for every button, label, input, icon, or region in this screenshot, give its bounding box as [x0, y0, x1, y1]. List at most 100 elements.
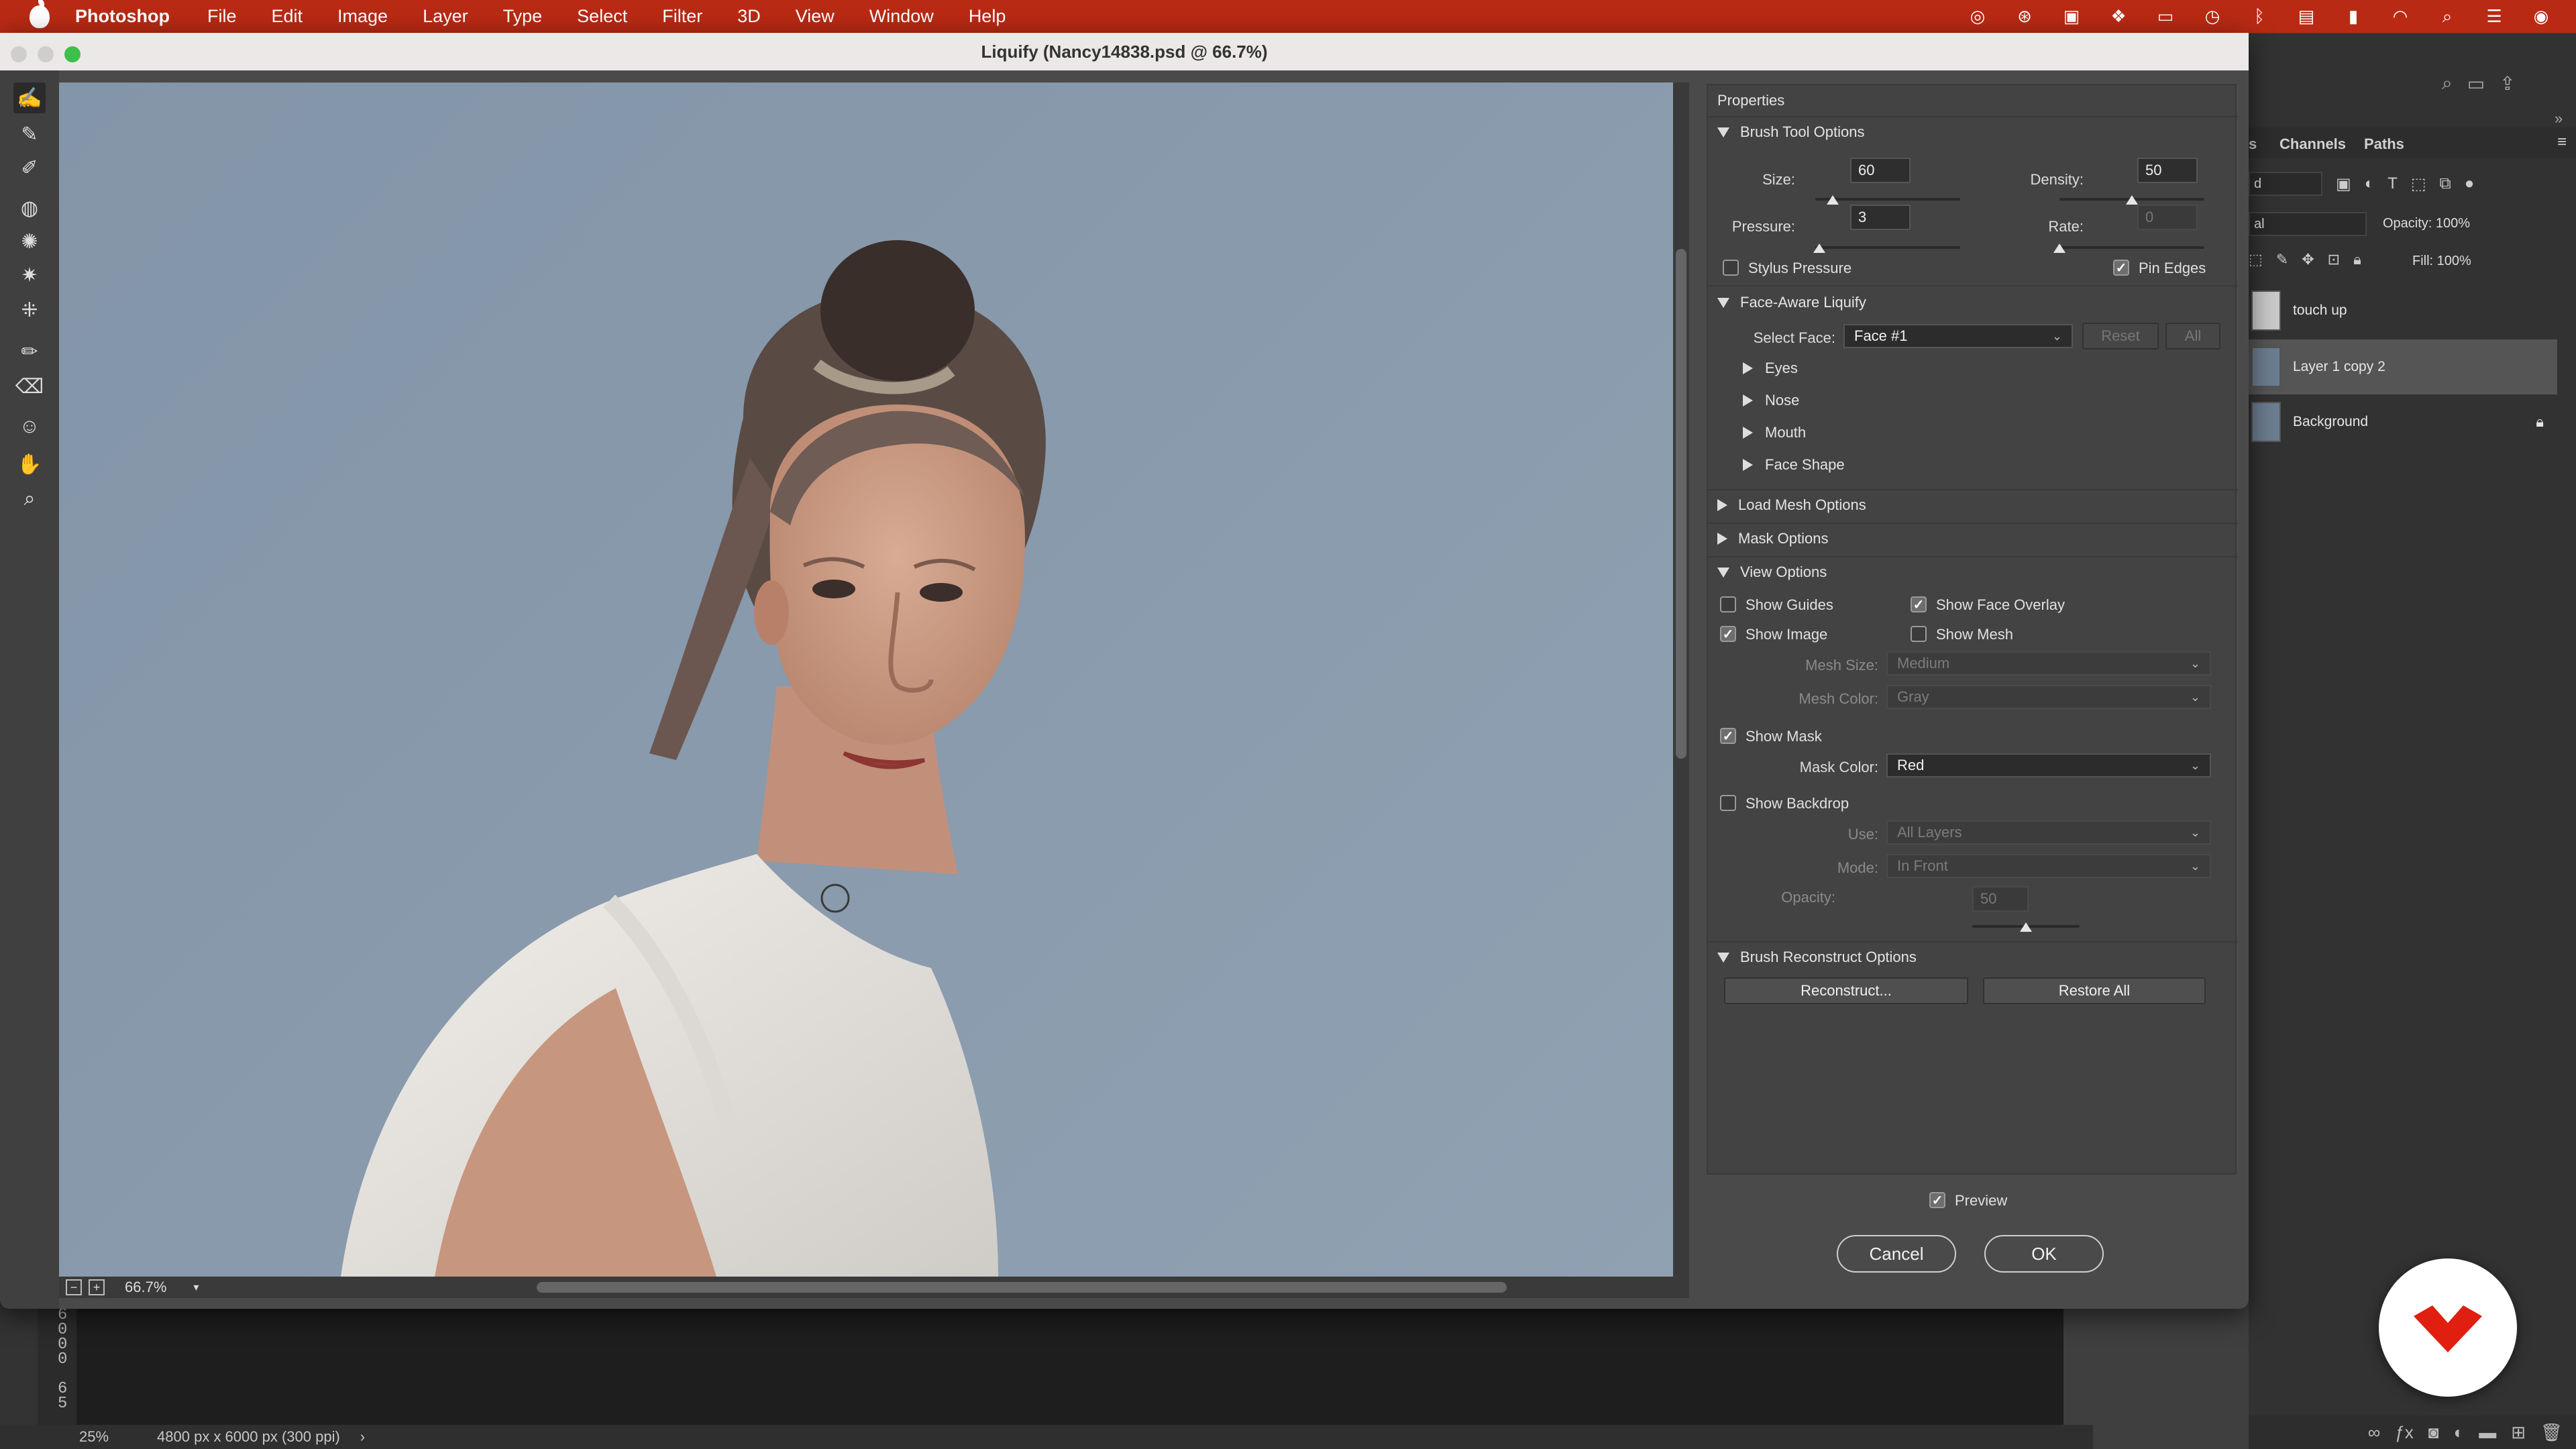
- menu-edit[interactable]: Edit: [272, 6, 303, 27]
- preview-checkbox[interactable]: ✓: [1929, 1192, 1945, 1208]
- face-tool-icon[interactable]: ☺: [13, 411, 46, 442]
- menu-filter[interactable]: Filter: [662, 6, 702, 27]
- section-face-aware-liquify[interactable]: Face-Aware Liquify: [1717, 289, 1866, 316]
- liquify-preview-canvas[interactable]: [59, 83, 1673, 1277]
- zoom-in-icon[interactable]: +: [89, 1279, 105, 1295]
- show-mesh-checkbox[interactable]: [1911, 626, 1927, 642]
- menu-3d[interactable]: 3D: [737, 6, 761, 27]
- backdrop-opacity-knob[interactable]: [2020, 922, 2032, 932]
- doc-zoom[interactable]: 25%: [79, 1428, 109, 1446]
- show-image-checkbox[interactable]: ✓: [1720, 626, 1736, 642]
- new-group-icon[interactable]: ▬: [2479, 1422, 2496, 1443]
- twirl-tool-icon[interactable]: ◍: [13, 193, 46, 223]
- pucker-tool-icon[interactable]: ✺: [13, 226, 46, 257]
- use-dropdown[interactable]: All Layers ⌄: [1886, 820, 2211, 845]
- density-slider-knob[interactable]: [2126, 195, 2138, 205]
- zoom-window-icon[interactable]: [64, 46, 80, 62]
- push-left-tool-icon[interactable]: ⁜: [13, 294, 46, 325]
- workspace-icon[interactable]: ▭: [2467, 72, 2485, 99]
- menu-view[interactable]: View: [796, 6, 835, 27]
- flag-icon[interactable]: ▤: [2294, 6, 2318, 27]
- lock-paint-icon[interactable]: ✎: [2276, 251, 2288, 268]
- menu-select[interactable]: Select: [577, 6, 627, 27]
- opacity-value[interactable]: 100%: [2436, 216, 2470, 231]
- new-layer-icon[interactable]: ⊞: [2511, 1422, 2526, 1443]
- menu-window[interactable]: Window: [869, 6, 934, 27]
- thaw-mask-tool-icon[interactable]: ⌫: [13, 371, 46, 402]
- lock-pixels-icon[interactable]: ⬚: [2249, 251, 2263, 268]
- face-sub-face-shape[interactable]: Face Shape: [1743, 453, 1845, 477]
- filter-toggle-icon[interactable]: ●: [2465, 174, 2475, 194]
- mesh-color-dropdown[interactable]: Gray ⌄: [1886, 685, 2211, 709]
- minimize-window-icon[interactable]: [38, 46, 54, 62]
- chevron-down-icon[interactable]: ▾: [193, 1281, 199, 1294]
- reconstruct-button[interactable]: Reconstruct...: [1724, 977, 1968, 1004]
- pressure-slider[interactable]: [1813, 244, 1960, 253]
- lock-position-icon[interactable]: ✥: [2302, 251, 2314, 268]
- panel-menu-icon[interactable]: ≡: [2557, 133, 2567, 152]
- lock-all-icon[interactable]: 🔒︎: [2353, 251, 2361, 268]
- time-machine-icon[interactable]: ◷: [2200, 6, 2224, 27]
- section-load-mesh-options[interactable]: Load Mesh Options: [1717, 492, 1866, 519]
- all-button[interactable]: All: [2165, 323, 2220, 350]
- menu-app-name[interactable]: Photoshop: [75, 6, 170, 27]
- smooth-tool-icon[interactable]: ✐: [13, 152, 46, 183]
- battery-icon[interactable]: ▮: [2341, 6, 2365, 27]
- mask-color-dropdown[interactable]: Red ⌄: [1886, 753, 2211, 777]
- rate-slider-knob[interactable]: [2053, 244, 2065, 253]
- notification-badge-icon[interactable]: ▣: [2059, 6, 2084, 27]
- creative-cloud-icon[interactable]: ◎: [1966, 6, 1990, 27]
- share-icon[interactable]: ⇪: [2500, 72, 2515, 99]
- rate-slider[interactable]: [2053, 244, 2204, 253]
- show-backdrop-checkbox[interactable]: [1720, 795, 1736, 811]
- layer-row-layer-1-copy-2[interactable]: Layer 1 copy 2: [2249, 339, 2557, 394]
- reset-button[interactable]: Reset: [2082, 323, 2159, 350]
- freeze-mask-tool-icon[interactable]: ✏: [13, 336, 46, 367]
- cancel-button[interactable]: Cancel: [1837, 1235, 1956, 1273]
- search-icon[interactable]: ⌕: [2435, 6, 2459, 27]
- menu-image[interactable]: Image: [337, 6, 388, 27]
- pressure-input[interactable]: 3: [1850, 205, 1911, 230]
- density-input[interactable]: 50: [2137, 158, 2198, 183]
- fill-value[interactable]: 100%: [2437, 254, 2471, 268]
- zoom-value[interactable]: 66.7%: [125, 1279, 166, 1296]
- pin-edges-checkbox[interactable]: ✓: [2113, 260, 2129, 276]
- zoom-out-icon[interactable]: −: [66, 1279, 82, 1295]
- smart-object-filter-icon[interactable]: ⧉: [2440, 174, 2451, 194]
- delete-layer-icon[interactable]: 🗑︎: [2540, 1422, 2563, 1443]
- forward-warp-tool-icon[interactable]: ✍: [13, 83, 46, 113]
- image-filter-icon[interactable]: ▣: [2336, 174, 2351, 194]
- wifi-icon[interactable]: ◠: [2388, 6, 2412, 27]
- hand-tool-icon[interactable]: ✋: [13, 449, 46, 480]
- layer-filter-select[interactable]: d: [2249, 172, 2322, 196]
- backdrop-opacity-input[interactable]: 50: [1972, 886, 2029, 912]
- tab-paths[interactable]: Paths: [2364, 136, 2404, 153]
- display-icon[interactable]: ▭: [2153, 6, 2178, 27]
- adjustment-layer-icon[interactable]: ◐: [2453, 1422, 2464, 1443]
- collapse-panels-icon[interactable]: »: [2555, 110, 2563, 127]
- stylus-pressure-checkbox[interactable]: [1723, 260, 1739, 276]
- horizontal-scroll-thumb[interactable]: [537, 1282, 1507, 1293]
- ok-button[interactable]: OK: [1984, 1235, 2104, 1273]
- dropbox-icon[interactable]: ❖: [2106, 6, 2131, 27]
- mode-dropdown[interactable]: In Front ⌄: [1886, 854, 2211, 878]
- vertical-scroll-thumb[interactable]: [1676, 249, 1686, 759]
- mesh-size-dropdown[interactable]: Medium ⌄: [1886, 651, 2211, 676]
- lock-artboard-icon[interactable]: ⊡: [2328, 251, 2340, 268]
- section-view-options[interactable]: View Options: [1717, 559, 1827, 586]
- bluetooth-icon[interactable]: ᛒ: [2247, 6, 2271, 27]
- face-sub-eyes[interactable]: Eyes: [1743, 356, 1798, 380]
- control-center-icon[interactable]: ☰: [2482, 6, 2506, 27]
- show-guides-checkbox[interactable]: [1720, 596, 1736, 612]
- section-brush-tool-options[interactable]: Brush Tool Options: [1717, 119, 1864, 146]
- search-icon[interactable]: ⌕: [2442, 72, 2453, 99]
- blend-mode-select[interactable]: al: [2249, 212, 2367, 236]
- menu-file[interactable]: File: [207, 6, 237, 27]
- show-face-overlay-checkbox[interactable]: ✓: [1911, 596, 1927, 612]
- chevron-right-icon[interactable]: ›: [360, 1428, 365, 1446]
- restore-all-button[interactable]: Restore All: [1983, 977, 2206, 1004]
- fx-icon[interactable]: ƒx: [2395, 1422, 2413, 1443]
- tab-layers[interactable]: s: [2249, 136, 2257, 153]
- siri-icon[interactable]: ◉: [2529, 6, 2553, 27]
- sync-icon[interactable]: ⊛: [2012, 6, 2037, 27]
